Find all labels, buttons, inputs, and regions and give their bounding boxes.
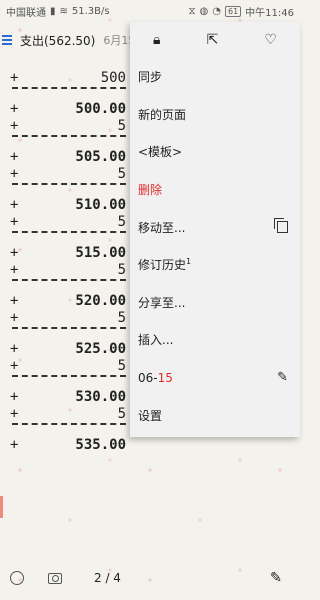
copy-icon xyxy=(274,218,288,234)
bottom-bar: 2 / 4 ✎ xyxy=(0,563,300,593)
increment-row: +5 xyxy=(0,310,130,327)
clock-text: 中午11:46 xyxy=(245,7,294,19)
subtotal-row: +535.00 xyxy=(0,437,130,454)
page-title[interactable]: 支出(562.50) xyxy=(20,32,95,49)
lock-icon[interactable]: 🔒︎ xyxy=(153,32,160,48)
amount-value: 530.00 xyxy=(75,389,126,405)
subtotal-row: +530.00 xyxy=(0,389,130,406)
amount-value: 5 xyxy=(117,358,126,374)
wifi-icon: ≋ xyxy=(59,5,68,17)
subtotal-row: +515.00 xyxy=(0,245,130,262)
menu-item-move-to[interactable]: 移动至... xyxy=(130,208,300,246)
amount-value: 5 xyxy=(117,166,126,182)
subtotal-row: +525.00 xyxy=(0,341,130,358)
chat-icon: ◍ xyxy=(199,5,209,17)
status-bar: 中国联通 ▮ ≋ 51.3B/s ⧖ ◍ ◔ 61 中午11:46 xyxy=(0,0,300,22)
menu-item-history[interactable]: 修订历史1 xyxy=(130,246,300,284)
pencil-icon[interactable]: ✎ xyxy=(277,370,288,385)
amount-value: 5 xyxy=(117,262,126,278)
amount-value: 520.00 xyxy=(75,293,126,309)
edit-pencil-icon[interactable]: ✎ xyxy=(270,570,282,586)
heart-icon[interactable]: ♡ xyxy=(264,32,277,48)
menu-item-sync[interactable]: 同步 xyxy=(130,58,300,96)
menu-item-template[interactable]: <模板> xyxy=(130,133,300,171)
increment-row: +5 xyxy=(0,214,130,231)
subtotal-row: +505.00 xyxy=(0,149,130,166)
sum-separator xyxy=(12,135,126,149)
sum-separator xyxy=(12,327,126,341)
amount-value: 500 xyxy=(100,70,126,86)
subtotal-row: +500.00 xyxy=(0,101,130,118)
amount-value: 505.00 xyxy=(75,149,126,165)
amount-value: 500.00 xyxy=(75,101,126,117)
subtotal-row: +520.00 xyxy=(0,293,130,310)
increment-row: +5 xyxy=(0,166,130,183)
battery-icon: 61 xyxy=(224,5,242,17)
open-external-icon[interactable]: ⇱ xyxy=(207,32,219,48)
plus-sign: + xyxy=(10,437,19,453)
menu-item-new-page[interactable]: 新的页面 xyxy=(130,96,300,134)
carrier-text: 中国联通 xyxy=(6,7,46,19)
amount-value: 5 xyxy=(117,118,126,134)
hamburger-menu-icon[interactable] xyxy=(2,35,12,45)
amount-value: 515.00 xyxy=(75,245,126,261)
amount-value: 5 xyxy=(117,406,126,422)
plus-sign: + xyxy=(10,262,19,278)
overflow-menu: 🔒︎ ⇱ ♡ 同步 新的页面 <模板> 删除 移动至... 修订历史1 分享至.… xyxy=(130,22,300,437)
circle-icon[interactable] xyxy=(10,571,24,585)
amount-value: 535.00 xyxy=(75,437,126,453)
menu-item-settings[interactable]: 设置 xyxy=(130,396,300,434)
plus-sign: + xyxy=(10,214,19,230)
amount-value: 5 xyxy=(117,310,126,326)
plus-sign: + xyxy=(10,406,19,422)
plus-sign: + xyxy=(10,341,19,357)
sum-separator xyxy=(12,87,126,101)
amount-value: 525.00 xyxy=(75,341,126,357)
plus-sign: + xyxy=(10,293,19,309)
plus-sign: + xyxy=(10,70,19,86)
sum-separator xyxy=(12,183,126,197)
menu-icon-row: 🔒︎ ⇱ ♡ xyxy=(130,22,300,58)
increment-row: +5 xyxy=(0,262,130,279)
plus-sign: + xyxy=(10,166,19,182)
plus-sign: + xyxy=(10,101,19,117)
increment-row: +5 xyxy=(0,118,130,135)
plus-sign: + xyxy=(10,149,19,165)
sum-separator xyxy=(12,423,126,437)
amount-value: 510.00 xyxy=(75,197,126,213)
network-speed: 51.3B/s xyxy=(71,5,110,17)
plus-sign: + xyxy=(10,118,19,134)
camera-icon[interactable] xyxy=(48,572,62,584)
plus-sign: + xyxy=(10,310,19,326)
menu-item-insert[interactable]: 插入... xyxy=(130,321,300,359)
scroll-marker xyxy=(0,496,3,518)
hourglass-icon: ⧖ xyxy=(188,5,196,17)
amount-value: 5 xyxy=(117,214,126,230)
alarm-icon: ◔ xyxy=(212,5,221,17)
page-indicator: 2 / 4 xyxy=(94,571,121,585)
plus-sign: + xyxy=(10,358,19,374)
menu-item-delete[interactable]: 删除 xyxy=(130,171,300,209)
menu-item-share[interactable]: 分享至... xyxy=(130,284,300,322)
plus-sign: + xyxy=(10,245,19,261)
sum-separator xyxy=(12,231,126,245)
first-amount-row: +500 xyxy=(0,70,130,87)
increment-row: +5 xyxy=(0,406,130,423)
plus-sign: + xyxy=(10,389,19,405)
sum-separator xyxy=(12,375,126,389)
menu-item-date[interactable]: 06-15 ✎ xyxy=(130,359,300,397)
plus-sign: + xyxy=(10,197,19,213)
increment-row: +5 xyxy=(0,358,130,375)
subtotal-row: +510.00 xyxy=(0,197,130,214)
calculation-list[interactable]: +500 +500.00 +5 +505.00 +5 +510.00 +5 +515.00 +5… xyxy=(0,70,130,454)
sum-separator xyxy=(12,279,126,293)
signal-icon: ▮ xyxy=(50,5,56,17)
